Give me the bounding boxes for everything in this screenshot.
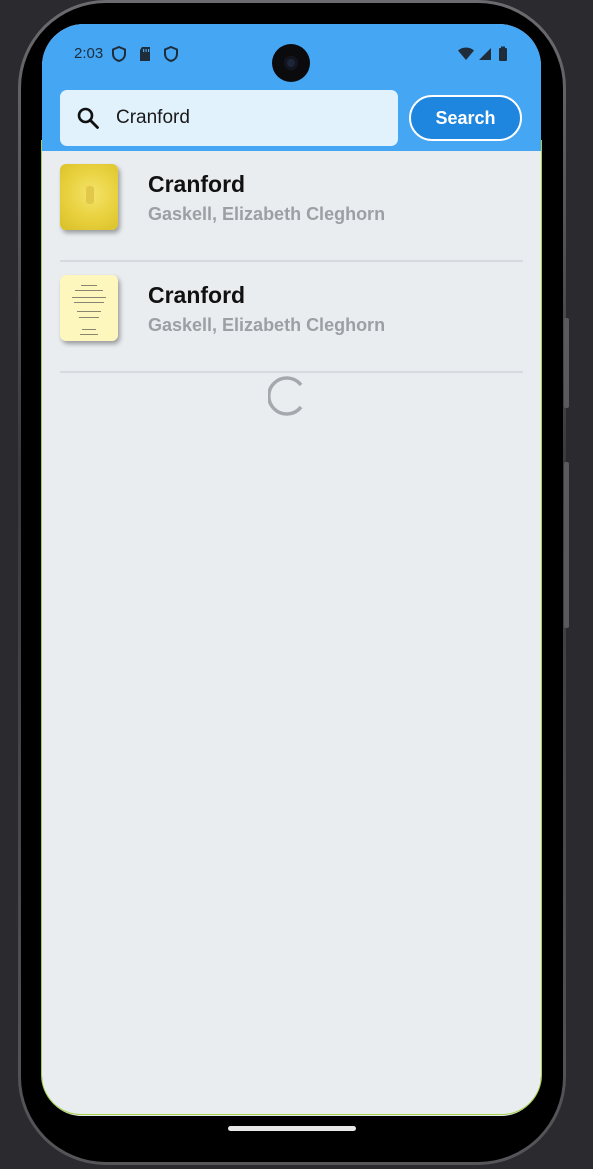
front-camera xyxy=(272,44,310,82)
volume-button xyxy=(564,318,569,408)
home-indicator[interactable] xyxy=(228,1126,356,1131)
shield-icon xyxy=(164,46,178,62)
search-button[interactable]: Search xyxy=(409,95,522,141)
book-title: Cranford xyxy=(148,282,246,308)
status-time: 2:03 xyxy=(74,45,104,62)
list-item[interactable]: Cranford Gaskell, Elizabeth Cleghorn xyxy=(60,262,523,373)
signal-icon xyxy=(479,48,491,60)
book-title: Cranford xyxy=(148,171,246,197)
app-screen: 2:03 Cranford Search Cranford Gaskell, E… xyxy=(42,24,541,1116)
book-cover-image xyxy=(60,275,118,341)
wifi-icon xyxy=(458,47,474,60)
book-author: Gaskell, Elizabeth Cleghorn xyxy=(148,315,386,335)
loading-spinner-icon xyxy=(268,376,303,416)
power-button xyxy=(564,462,569,628)
search-query-text: Cranford xyxy=(116,107,190,128)
sd-card-icon xyxy=(140,47,150,61)
shield-icon xyxy=(112,46,126,62)
book-author: Gaskell, Elizabeth Cleghorn xyxy=(148,204,386,224)
search-input[interactable]: Cranford xyxy=(60,90,398,146)
battery-icon xyxy=(499,46,507,61)
search-icon xyxy=(77,107,99,129)
app-bar: 2:03 Cranford Search xyxy=(42,24,541,151)
list-item[interactable]: Cranford Gaskell, Elizabeth Cleghorn xyxy=(60,151,523,262)
book-cover-image xyxy=(60,164,118,230)
